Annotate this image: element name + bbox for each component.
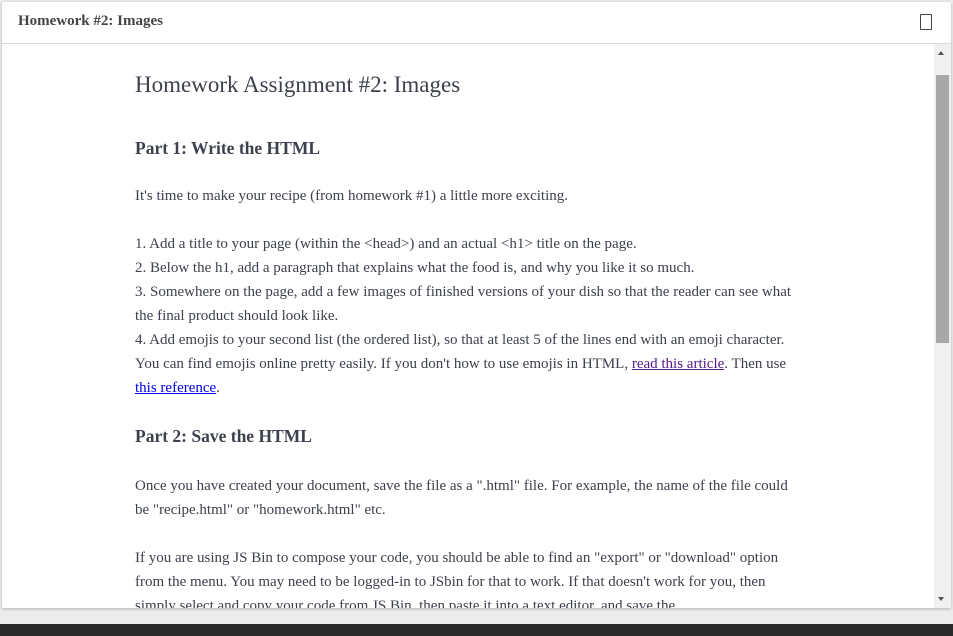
instruction-item-4-mid: . Then use	[724, 356, 787, 372]
part2-heading: Part 2: Save the HTML	[135, 426, 312, 446]
bottom-bar	[0, 624, 953, 636]
page-title: Homework Assignment #2: Images	[135, 72, 461, 97]
instruction-item-4: 4. Add emojis to your second list (the o…	[135, 332, 786, 396]
arrow-up-icon[interactable]	[938, 51, 944, 55]
part2-paragraph-1: Once you have created your document, sav…	[135, 478, 788, 518]
instruction-list: 1. Add a title to your page (within the …	[135, 232, 805, 400]
part1-intro: It's time to make your recipe (from home…	[135, 188, 568, 204]
modal-title: Homework #2: Images	[18, 13, 163, 29]
scrollbar-thumb[interactable]	[936, 75, 949, 343]
instruction-item-4-end: .	[216, 380, 220, 396]
modal-body[interactable]: Homework Assignment #2: Images Part 1: W…	[2, 44, 951, 608]
part2-paragraph-2: If you are using JS Bin to compose your …	[135, 550, 779, 608]
read-article-link[interactable]: read this article	[632, 356, 724, 372]
instruction-item-2: 2. Below the h1, add a paragraph that ex…	[135, 260, 695, 276]
assignment-modal: Homework #2: Images Homework Assignment …	[2, 2, 951, 608]
modal-header: Homework #2: Images	[2, 2, 951, 44]
vertical-scrollbar[interactable]	[934, 44, 951, 608]
reference-link[interactable]: this reference	[135, 380, 216, 396]
assignment-content: Homework Assignment #2: Images Part 1: W…	[135, 44, 805, 608]
instruction-item-3: 3. Somewhere on the page, add a few imag…	[135, 284, 792, 324]
arrow-down-icon[interactable]	[938, 597, 944, 601]
instruction-item-1: 1. Add a title to your page (within the …	[135, 236, 637, 252]
part1-heading: Part 1: Write the HTML	[135, 138, 321, 158]
maximize-icon[interactable]	[920, 14, 932, 30]
